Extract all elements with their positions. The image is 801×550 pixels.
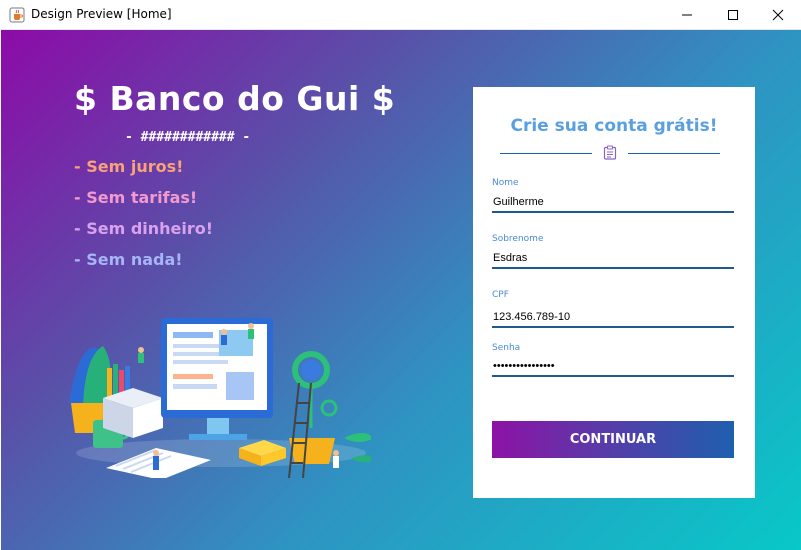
cpf-field[interactable] (492, 308, 734, 328)
brand-title: $ Banco do Gui $ (74, 79, 396, 118)
feature-no-interest: - Sem juros! (74, 157, 184, 176)
window-title: Design Preview [Home] (31, 7, 172, 21)
first-name-label: Nome (492, 178, 519, 188)
title-divider-right (628, 153, 720, 154)
minimize-button[interactable] (664, 0, 710, 30)
workspace-illustration (69, 318, 371, 478)
maximize-icon (728, 10, 738, 20)
title-divider-left (500, 153, 592, 154)
window-titlebar: Design Preview [Home] (0, 0, 801, 30)
maximize-button[interactable] (710, 0, 756, 30)
java-cup-icon (9, 7, 25, 23)
continue-button[interactable]: CONTINUAR (492, 421, 734, 458)
brand-subtitle: - ############ - (125, 130, 251, 145)
signup-card: Crie sua conta grátis! Nome Sobrenome CP… (473, 87, 755, 498)
password-field[interactable] (492, 357, 734, 377)
cpf-label: CPF (492, 290, 509, 300)
close-button[interactable] (755, 0, 801, 30)
feature-nothing: - Sem nada! (74, 250, 183, 269)
close-icon (772, 9, 784, 21)
minimize-icon (682, 14, 692, 16)
last-name-field[interactable] (492, 249, 734, 269)
form-clipboard-icon (603, 145, 617, 160)
main-panel: $ Banco do Gui $ - ############ - - Sem … (1, 30, 801, 550)
first-name-field[interactable] (492, 193, 734, 213)
last-name-label: Sobrenome (492, 234, 544, 244)
signup-title: Crie sua conta grátis! (510, 116, 718, 136)
feature-no-fees: - Sem tarifas! (74, 188, 198, 207)
password-label: Senha (492, 343, 521, 353)
feature-no-money: - Sem dinheiro! (74, 219, 214, 238)
